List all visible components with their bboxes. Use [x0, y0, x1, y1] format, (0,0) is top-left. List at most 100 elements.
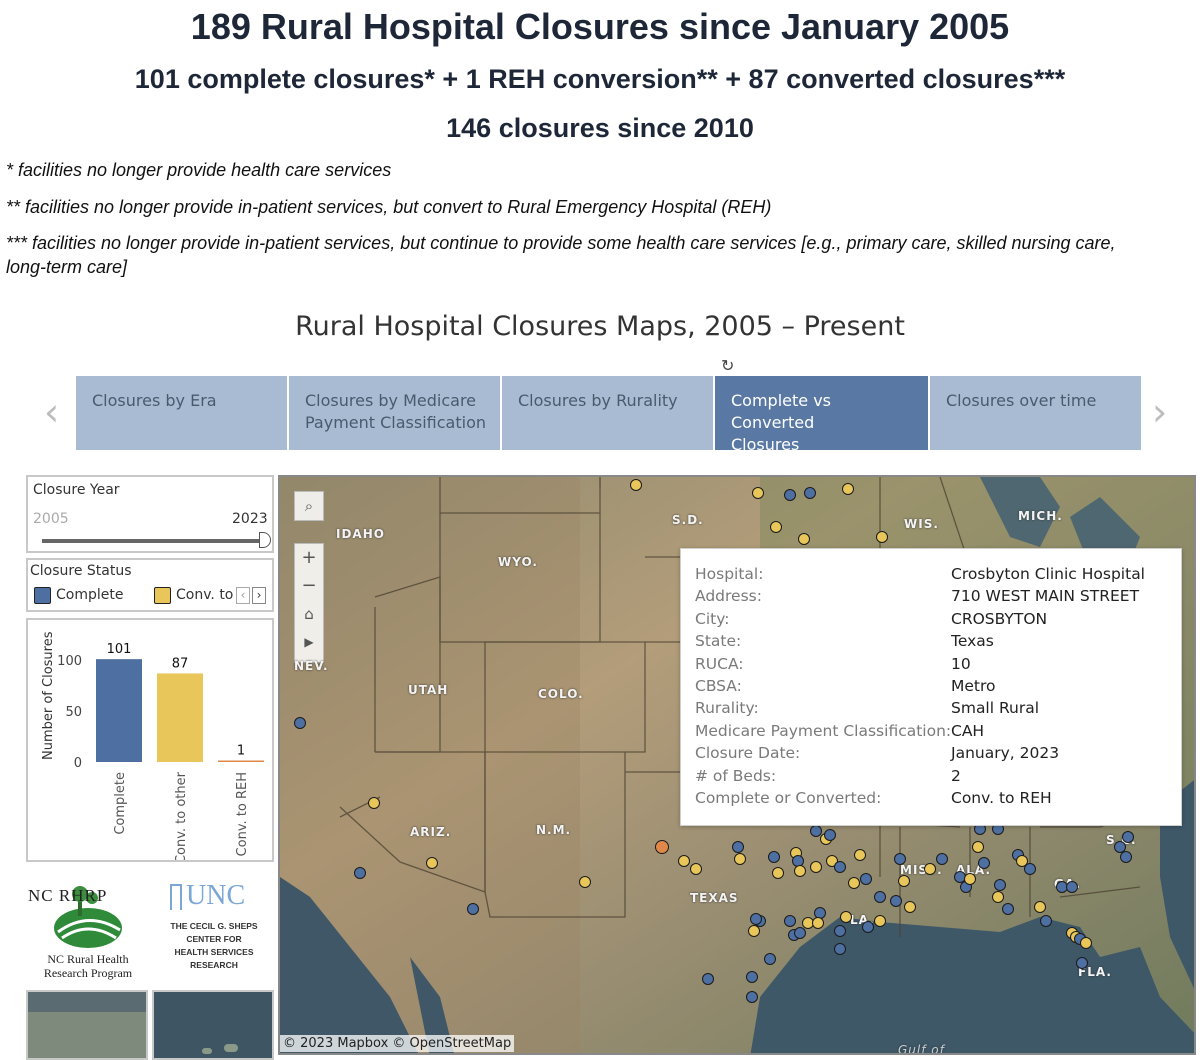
hospital-marker[interactable] — [834, 943, 846, 955]
legend-prev-icon[interactable]: ‹ — [236, 587, 250, 604]
hospital-marker[interactable] — [834, 925, 846, 937]
hospital-marker[interactable] — [426, 857, 438, 869]
next-tab-arrow-icon[interactable]: › — [1152, 390, 1167, 434]
hospital-marker[interactable] — [794, 865, 806, 877]
hospital-marker[interactable] — [1066, 881, 1078, 893]
hospital-marker[interactable] — [876, 531, 888, 543]
zoom-out-icon[interactable]: − — [295, 572, 323, 600]
hospital-marker[interactable] — [894, 853, 906, 865]
hospital-marker[interactable] — [1120, 851, 1132, 863]
hospital-marker[interactable] — [784, 915, 796, 927]
hospital-marker[interactable] — [812, 917, 824, 929]
tab-complete-vs-converted[interactable]: Complete vs Converted Closures — [715, 376, 928, 454]
hospital-marker[interactable] — [1002, 903, 1014, 915]
hospital-marker[interactable] — [848, 877, 860, 889]
tooltip-value: 710 WEST MAIN STREET — [951, 587, 1140, 606]
hospital-marker[interactable] — [810, 861, 822, 873]
legend-next-icon[interactable]: › — [252, 587, 266, 604]
hospital-marker[interactable] — [994, 879, 1006, 891]
hospital-marker[interactable] — [824, 829, 836, 841]
hospital-marker[interactable] — [964, 873, 976, 885]
tab-closures-over-time[interactable]: Closures over time — [930, 376, 1141, 450]
hospital-marker[interactable] — [702, 973, 714, 985]
hospital-marker[interactable] — [862, 921, 874, 933]
year-slider-track[interactable] — [42, 539, 262, 543]
hospital-marker[interactable] — [746, 971, 758, 983]
converted-swatch[interactable] — [154, 587, 171, 604]
category-label: Complete — [113, 772, 128, 835]
map-search-icon[interactable]: ⌕ — [294, 491, 324, 521]
tooltip-key: State: — [695, 632, 742, 651]
tooltip-key: Closure Date: — [695, 744, 801, 763]
tab-closures-by-era[interactable]: Closures by Era — [76, 376, 287, 450]
hospital-marker[interactable] — [678, 855, 690, 867]
bar-conv-to-reh — [218, 760, 264, 762]
hospital-marker[interactable] — [854, 849, 866, 861]
hospital-marker[interactable] — [1034, 901, 1046, 913]
unc-line1: THE CECIL G. SHEPS — [170, 921, 258, 931]
hospital-marker[interactable] — [770, 521, 782, 533]
hospital-marker[interactable] — [655, 840, 669, 854]
hospital-marker[interactable] — [890, 895, 902, 907]
hospital-marker[interactable] — [860, 873, 872, 885]
hospital-marker[interactable] — [784, 489, 796, 501]
hospital-marker[interactable] — [354, 867, 366, 879]
hospital-marker[interactable] — [898, 875, 910, 887]
hospital-marker[interactable] — [874, 891, 886, 903]
hospital-marker[interactable] — [294, 717, 306, 729]
hospital-marker[interactable] — [972, 841, 984, 853]
zoom-in-icon[interactable]: + — [295, 544, 323, 572]
refresh-icon[interactable]: ↻ — [721, 356, 734, 376]
hospital-marker[interactable] — [746, 991, 758, 1003]
hospital-marker[interactable] — [1122, 831, 1134, 843]
alaska-inset-map[interactable] — [26, 990, 148, 1060]
hospital-marker[interactable] — [1024, 863, 1036, 875]
tab-label-line2: Closures — [731, 435, 800, 454]
unc-line2: CENTER FOR — [186, 934, 242, 944]
hospital-marker[interactable] — [750, 913, 762, 925]
tooltip-value: Texas — [951, 632, 994, 651]
tooltip-value: CROSBYTON — [951, 609, 1048, 628]
hospital-marker[interactable] — [798, 533, 810, 545]
pan-play-icon[interactable]: ▶ — [295, 628, 323, 656]
legend-converted: Conv. to — [176, 587, 234, 603]
hospital-marker[interactable] — [690, 863, 702, 875]
hospital-marker[interactable] — [752, 487, 764, 499]
hospital-marker[interactable] — [768, 851, 780, 863]
tooltip-value: Metro — [951, 677, 996, 695]
year-min: 2005 — [33, 511, 69, 527]
hospital-marker[interactable] — [834, 861, 846, 873]
hospital-marker[interactable] — [764, 953, 776, 965]
hospital-marker[interactable] — [904, 901, 916, 913]
hospital-marker[interactable] — [1040, 915, 1052, 927]
home-icon[interactable]: ⌂ — [295, 600, 323, 628]
hospital-marker[interactable] — [992, 891, 1004, 903]
hospital-marker[interactable] — [1080, 937, 1092, 949]
hospital-marker[interactable] — [467, 903, 479, 915]
hospital-marker[interactable] — [1076, 957, 1088, 969]
hospital-marker[interactable] — [368, 797, 380, 809]
hospital-marker[interactable] — [874, 915, 886, 927]
hospital-marker[interactable] — [734, 853, 746, 865]
hospital-marker[interactable] — [772, 867, 784, 879]
hospital-marker[interactable] — [924, 863, 936, 875]
hospital-marker[interactable] — [936, 853, 948, 865]
hawaii-inset-map[interactable] — [152, 990, 274, 1060]
year-slider-handle[interactable] — [259, 532, 271, 548]
hospital-marker[interactable] — [978, 857, 990, 869]
hospital-marker[interactable] — [842, 483, 854, 495]
hospital-marker[interactable] — [732, 841, 744, 853]
tooltip-value: Small Rural — [951, 699, 1040, 718]
hospital-marker[interactable] — [630, 479, 642, 491]
complete-swatch[interactable] — [34, 587, 51, 604]
prev-tab-arrow-icon[interactable]: ‹ — [44, 390, 59, 434]
tab-closures-by-rurality[interactable]: Closures by Rurality — [502, 376, 713, 450]
hospital-marker[interactable] — [840, 911, 852, 923]
hospital-marker[interactable] — [794, 927, 806, 939]
closure-year-label: Closure Year — [33, 482, 120, 498]
hospital-marker[interactable] — [804, 487, 816, 499]
y-tick-label: 100 — [57, 654, 82, 669]
hospital-marker[interactable] — [748, 925, 760, 937]
tab-closures-by-medicare[interactable]: Closures by Medicare Payment Classificat… — [289, 376, 500, 450]
hospital-marker[interactable] — [579, 876, 591, 888]
